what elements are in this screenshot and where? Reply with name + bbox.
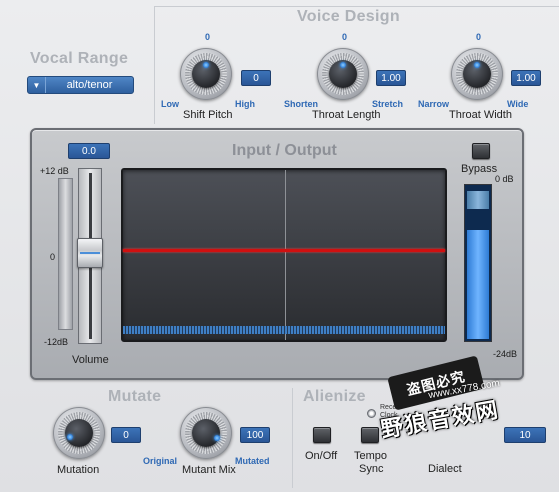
meter-peak [467, 191, 489, 209]
shift-pitch-low-label: Low [161, 99, 179, 109]
bypass-button[interactable] [472, 143, 490, 159]
knob-cap [65, 419, 93, 447]
vocal-range-title: Vocal Range [30, 50, 129, 67]
knob-indicator [214, 435, 220, 441]
shift-pitch-knob[interactable] [180, 48, 232, 100]
throat-width-low-label: Narrow [418, 99, 450, 109]
volume-scale-mid: 0 [50, 252, 56, 262]
watermark: 盗图必究 www.xx778.com 野狼音效网 [379, 355, 559, 492]
mutation-value[interactable]: 0 [111, 427, 141, 443]
throat-length-zero-label: 0 [342, 32, 348, 42]
shift-pitch-high-label: High [235, 99, 255, 109]
knob-indicator [340, 62, 346, 68]
volume-fader-handle[interactable] [77, 238, 103, 268]
divider-top [154, 6, 559, 7]
knob-cap [192, 419, 220, 447]
throat-length-label: Throat Length [312, 109, 381, 121]
mutation-label: Mutation [57, 464, 100, 476]
shift-pitch-zero-label: 0 [205, 32, 211, 42]
dropdown-arrow-icon[interactable]: ▼ [28, 77, 46, 93]
throat-width-zero-label: 0 [476, 32, 482, 42]
knob-indicator [203, 62, 209, 68]
vocal-range-value: alto/tenor [66, 79, 113, 91]
vocal-range-dropdown[interactable]: ▼ alto/tenor [27, 76, 134, 94]
knob-indicator [67, 434, 73, 440]
mutant-mix-low-label: Original [143, 456, 178, 466]
volume-label: Volume [72, 354, 109, 366]
mutation-knob[interactable] [53, 407, 105, 459]
volume-scale-bar [58, 178, 73, 330]
input-output-title: Input / Output [232, 142, 337, 159]
voice-design-title: Voice Design [297, 8, 400, 25]
alienize-onoff-button[interactable] [313, 427, 331, 443]
mutate-title: Mutate [108, 388, 162, 405]
receive-clock-radio[interactable] [367, 409, 376, 418]
bypass-label: Bypass [461, 163, 498, 175]
display-center-line [285, 170, 286, 340]
meter-top-label: 0 dB [495, 174, 514, 184]
input-output-panel: 0.0 Input / Output +12 dB 0 -12dB Volume… [30, 128, 524, 380]
meter-bottom-label: -24dB [493, 349, 518, 359]
io-display [121, 168, 447, 342]
throat-length-knob[interactable] [317, 48, 369, 100]
throat-width-value[interactable]: 1.00 [511, 70, 541, 86]
throat-width-knob[interactable] [451, 48, 503, 100]
volume-value[interactable]: 0.0 [68, 143, 110, 159]
volume-scale-top: +12 dB [40, 166, 69, 176]
display-level-line [123, 249, 445, 252]
mutant-mix-label: Mutant Mix [182, 464, 236, 476]
alienize-title: Alienize [303, 388, 366, 405]
alienize-onoff-label: On/Off [305, 450, 338, 462]
divider-mutate-alienize [292, 388, 293, 488]
knob-indicator [474, 62, 480, 68]
divider-vocal-voice [154, 6, 155, 124]
display-baseline [123, 326, 445, 334]
meter-fill [467, 230, 489, 339]
output-meter [464, 184, 492, 342]
throat-width-label: Throat Width [449, 109, 512, 121]
throat-length-high-label: Stretch [372, 99, 404, 109]
mutant-mix-knob[interactable] [180, 407, 232, 459]
volume-scale-bottom: -12dB [44, 337, 69, 347]
shift-pitch-label: Shift Pitch [183, 109, 233, 121]
throat-length-low-label: Shorten [284, 99, 319, 109]
throat-length-value[interactable]: 1.00 [376, 70, 406, 86]
mutant-mix-high-label: Mutated [235, 456, 270, 466]
tempo-sync-button[interactable] [361, 427, 379, 443]
throat-width-high-label: Wide [507, 99, 529, 109]
shift-pitch-value[interactable]: 0 [241, 70, 271, 86]
mutant-mix-value[interactable]: 100 [240, 427, 270, 443]
